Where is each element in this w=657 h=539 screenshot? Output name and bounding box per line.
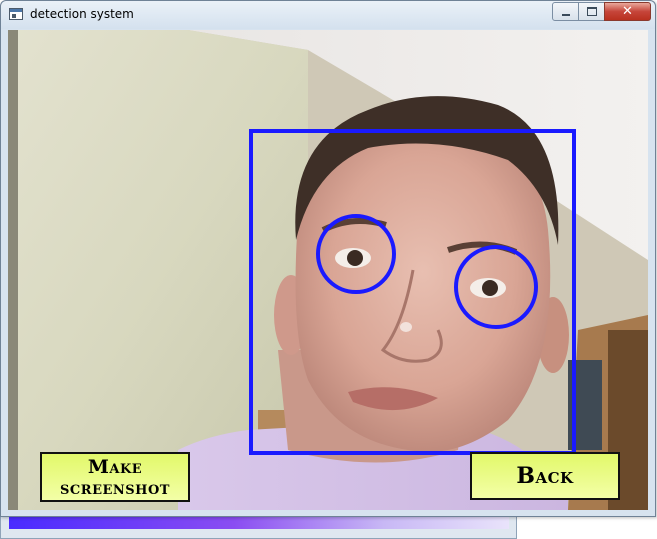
left-edge-shadow — [8, 30, 18, 510]
minimize-button[interactable] — [552, 2, 579, 21]
maximize-icon — [586, 7, 597, 16]
camera-frame — [8, 30, 648, 510]
make-screenshot-button[interactable]: Make screenshot — [40, 452, 190, 502]
back-button[interactable]: Back — [470, 452, 620, 500]
maximize-button[interactable] — [578, 2, 605, 21]
minimize-icon — [561, 13, 570, 16]
right-iris — [482, 280, 498, 296]
close-button[interactable]: ✕ — [604, 2, 651, 21]
app-window: detection system ✕ Make screenshot Back — [0, 0, 656, 517]
title-bar[interactable]: detection system ✕ — [1, 1, 655, 29]
app-window-icon — [9, 8, 23, 20]
camera-view: Make screenshot Back — [8, 30, 648, 510]
gradient-progress-bar — [9, 517, 509, 529]
window-controls: ✕ — [552, 2, 651, 21]
close-icon: ✕ — [622, 4, 633, 19]
left-iris — [347, 250, 363, 266]
window-title: detection system — [30, 7, 134, 21]
nose-highlight — [400, 322, 412, 332]
